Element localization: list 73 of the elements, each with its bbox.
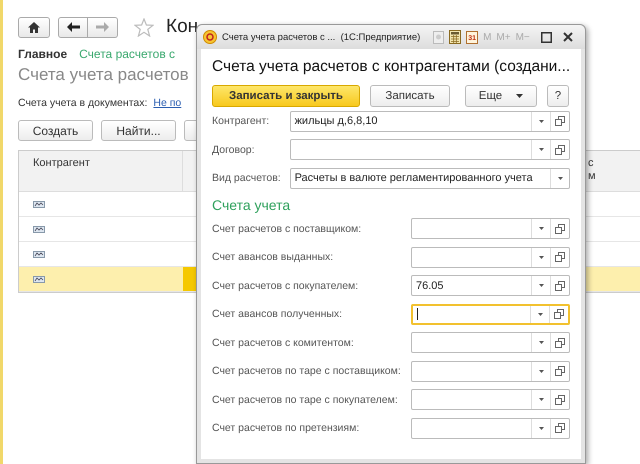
back-button[interactable] [58,16,88,38]
input-field[interactable] [411,246,570,268]
dropdown-icon[interactable] [538,312,542,316]
open-form-icon[interactable] [554,309,564,320]
forward-arrow-icon [96,22,109,32]
input-field[interactable]: Расчеты в валюте регламентированного учета [290,168,570,189]
open-form-icon[interactable] [555,366,565,376]
section-title: Счета учета [212,196,292,212]
open-form-icon[interactable] [555,280,565,291]
item-icon [33,200,45,208]
dropdown-icon[interactable] [538,120,544,123]
dropdown-icon[interactable] [538,227,544,230]
input-field[interactable] [411,332,570,354]
list-heading: Счета учета расчетов [18,65,189,85]
input-field[interactable] [411,418,570,439]
save-button[interactable]: Записать [370,85,450,107]
toolbar-button[interactable]: Найти... [101,120,176,141]
item-icon [33,276,45,282]
open-form-icon[interactable] [555,394,565,405]
open-form-icon[interactable] [555,423,565,434]
form-title: Счета учета расчетов с контрагентами (создани... [212,57,570,77]
open-form-icon[interactable] [555,252,565,262]
item-icon [33,226,45,232]
dropdown-icon[interactable] [558,176,562,180]
app-logo-icon [203,30,217,44]
input-field[interactable] [290,139,570,160]
caret-icon [516,94,524,98]
doc-accounts-link[interactable]: Не по [153,97,182,109]
home-icon [28,22,40,32]
field-label: Контрагент: [212,115,270,128]
input-field[interactable] [411,360,570,382]
input-field[interactable]: 76.05 [411,275,570,296]
home-button[interactable] [18,16,50,38]
field-label: Счет расчетов по таре с поставщиком: [212,365,401,378]
back-arrow-icon [66,22,80,32]
input-field[interactable] [411,218,570,240]
field-label: Счет авансов полученных: [212,308,342,320]
table-cell[interactable] [19,267,183,291]
dropdown-icon[interactable] [538,256,544,259]
open-form-icon[interactable] [555,224,565,234]
input-field[interactable]: жильцы д,6,8,10 [290,110,570,132]
toolbar-button[interactable]: Создать [18,120,93,141]
doc-accounts-label: Счета учета в документах: [18,97,148,109]
field-label: Счет авансов выданных: [212,251,334,264]
item-icon [33,250,45,258]
maximize-icon[interactable] [540,32,552,42]
field-label: Счет расчетов с поставщиком: [212,222,362,235]
dropdown-icon[interactable] [538,341,544,344]
field-label: Счет расчетов с покупателем: [212,280,358,292]
field-label: Вид расчетов: [212,172,282,184]
window-title: Счета учета расчетов с ... (1С:Предприятие) [222,32,420,42]
dropdown-icon[interactable] [538,370,544,373]
open-form-icon[interactable] [555,338,565,348]
section-tab[interactable]: Главное [18,47,68,61]
open-form-icon[interactable] [555,144,565,155]
help-button[interactable]: ? [547,85,569,107]
input-field[interactable] [411,304,570,325]
dropdown-icon[interactable] [538,284,544,288]
field-label: Счет расчетов с комитентом: [212,336,354,349]
save-and-close-button[interactable]: Записать и закрыть [212,85,360,107]
page-title: Кон [166,16,198,38]
column-header[interactable]: Контрагент [19,151,183,191]
more-button[interactable]: Еще [465,85,537,107]
star-icon[interactable] [134,18,154,36]
calculator-icon[interactable] [449,30,462,44]
close-icon[interactable] [562,32,573,42]
input-field[interactable] [411,389,570,410]
field-label: Счет расчетов по таре с покупателем: [212,394,398,406]
dropdown-icon[interactable] [538,426,544,430]
dropdown-icon[interactable] [538,398,544,402]
field-label: Договор: [212,144,256,156]
field-label: Счет расчетов по претензиям: [212,422,360,434]
open-form-icon[interactable] [555,116,565,126]
